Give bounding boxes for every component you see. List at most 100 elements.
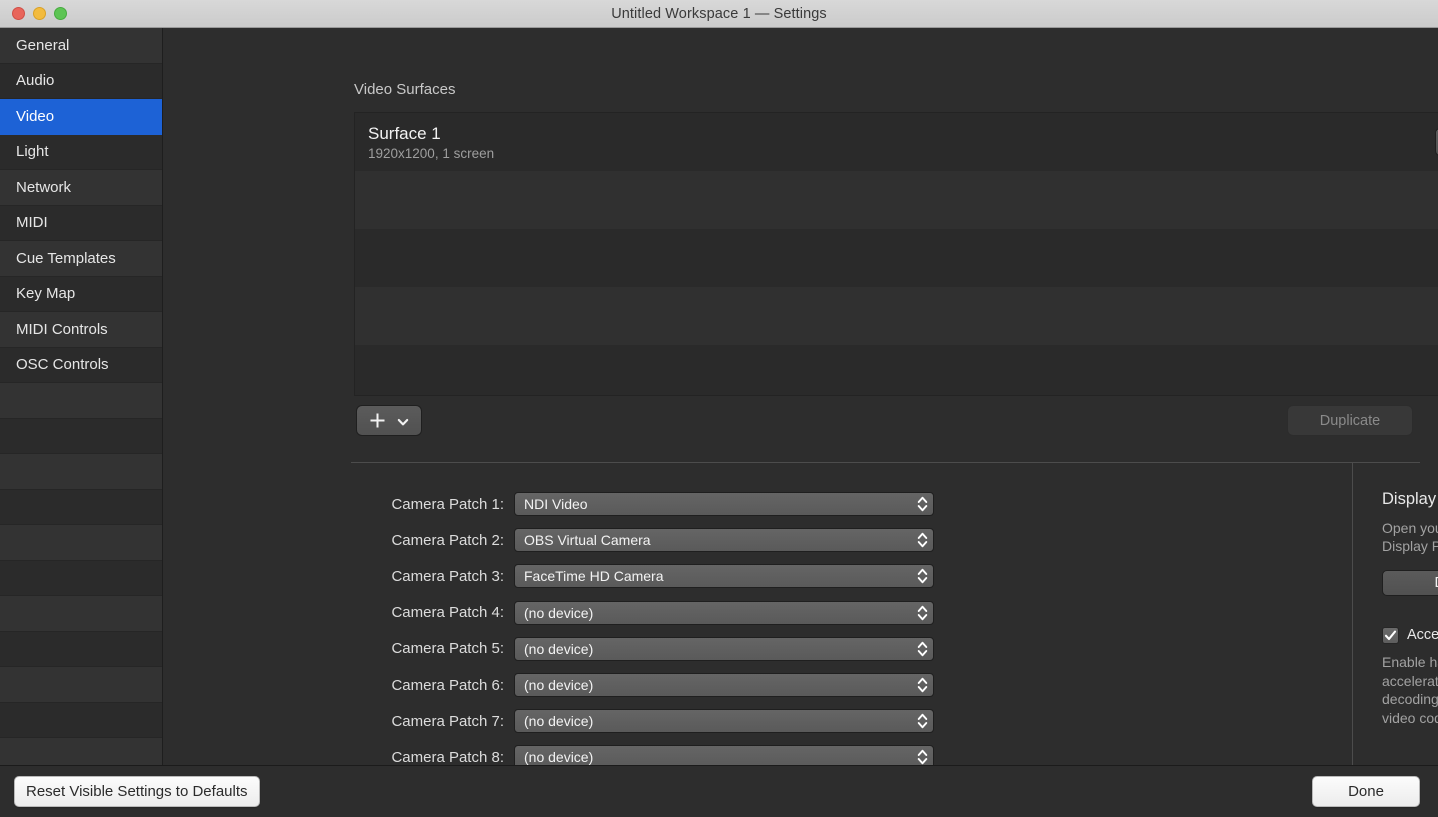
sidebar-filler-row bbox=[0, 419, 162, 455]
camera-patch-select-7[interactable]: (no device) bbox=[514, 709, 934, 733]
accelerate-note-line4: video codecs. bbox=[1382, 709, 1438, 728]
sidebar-item-label: MIDI Controls bbox=[16, 321, 108, 338]
sidebar-item-label: MIDI bbox=[16, 214, 48, 231]
stepper-arrows-icon[interactable] bbox=[917, 567, 928, 585]
camera-patch-select-3[interactable]: FaceTime HD Camera bbox=[514, 564, 934, 588]
add-surface-button[interactable] bbox=[356, 405, 422, 436]
display-setup-panel: Display Setup Open your system's Display… bbox=[1382, 490, 1438, 727]
camera-patch-value: (no device) bbox=[524, 713, 593, 729]
stepper-arrows-icon[interactable] bbox=[917, 712, 928, 730]
camera-patch-select-1[interactable]: NDI Video bbox=[514, 492, 934, 516]
accelerate-note-line2: accelerated video bbox=[1382, 672, 1438, 691]
sidebar-item-general[interactable]: General bbox=[0, 28, 162, 64]
sidebar-item-network[interactable]: Network bbox=[0, 170, 162, 206]
surface-info: Surface 1 1920x1200, 1 screen bbox=[368, 124, 494, 161]
sidebar-filler-row bbox=[0, 525, 162, 561]
zoom-window-button[interactable] bbox=[54, 7, 67, 20]
settings-content-video: Video Surfaces Surface 1 1920x1200, 1 sc… bbox=[163, 28, 1438, 765]
camera-patch-value: OBS Virtual Camera bbox=[524, 532, 651, 548]
stepper-arrows-icon[interactable] bbox=[917, 676, 928, 694]
window-title: Untitled Workspace 1 — Settings bbox=[0, 6, 1438, 22]
camera-patch-select-5[interactable]: (no device) bbox=[514, 637, 934, 661]
window-body: General Audio Video Light Network MIDI C… bbox=[0, 28, 1438, 765]
camera-patch-label: Camera Patch 5: bbox=[354, 640, 514, 657]
sidebar-filler-row bbox=[0, 632, 162, 668]
table-row-empty bbox=[355, 345, 1438, 396]
sidebar-filler-row bbox=[0, 596, 162, 632]
vertical-divider bbox=[1352, 462, 1353, 773]
sidebar-item-label: Audio bbox=[16, 72, 54, 89]
duplicate-button-label: Duplicate bbox=[1320, 413, 1380, 429]
camera-patch-row-3: Camera Patch 3: FaceTime HD Camera bbox=[354, 558, 934, 594]
sidebar-filler-row bbox=[0, 454, 162, 490]
sidebar-item-key-map[interactable]: Key Map bbox=[0, 277, 162, 313]
stepper-arrows-icon[interactable] bbox=[917, 748, 928, 766]
close-window-button[interactable] bbox=[12, 7, 25, 20]
camera-patch-value: (no device) bbox=[524, 677, 593, 693]
camera-patch-row-2: Camera Patch 2: OBS Virtual Camera bbox=[354, 522, 934, 558]
camera-patch-value: FaceTime HD Camera bbox=[524, 568, 664, 584]
camera-patch-value: (no device) bbox=[524, 605, 593, 621]
camera-patch-list: Camera Patch 1: NDI Video Camera Patch 2… bbox=[354, 486, 934, 776]
sidebar-item-label: Video bbox=[16, 108, 54, 125]
sidebar-item-label: Cue Templates bbox=[16, 250, 116, 267]
camera-patch-row-6: Camera Patch 6: (no device) bbox=[354, 667, 934, 703]
sidebar-item-label: Key Map bbox=[16, 285, 75, 302]
camera-patch-label: Camera Patch 7: bbox=[354, 713, 514, 730]
sidebar-filler-row bbox=[0, 490, 162, 526]
camera-patch-value: (no device) bbox=[524, 641, 593, 657]
camera-patch-row-5: Camera Patch 5: (no device) bbox=[354, 631, 934, 667]
sidebar-item-label: General bbox=[16, 37, 69, 54]
stepper-arrows-icon[interactable] bbox=[917, 604, 928, 622]
camera-patch-select-2[interactable]: OBS Virtual Camera bbox=[514, 528, 934, 552]
table-row[interactable]: Surface 1 1920x1200, 1 screen Edit... bbox=[355, 113, 1438, 171]
traffic-light-group bbox=[0, 7, 67, 20]
chevron-down-icon[interactable] bbox=[397, 415, 409, 427]
sidebar-filler-row bbox=[0, 383, 162, 419]
sidebar-item-label: OSC Controls bbox=[16, 356, 109, 373]
table-row-empty bbox=[355, 171, 1438, 229]
sidebar-item-midi-controls[interactable]: MIDI Controls bbox=[0, 312, 162, 348]
sidebar-item-label: Light bbox=[16, 143, 49, 160]
camera-patch-select-4[interactable]: (no device) bbox=[514, 601, 934, 625]
display-setup-title: Display Setup bbox=[1382, 490, 1438, 509]
surface-name: Surface 1 bbox=[368, 124, 494, 144]
sidebar-item-cue-templates[interactable]: Cue Templates bbox=[0, 241, 162, 277]
video-surfaces-list[interactable]: Surface 1 1920x1200, 1 screen Edit... bbox=[354, 112, 1438, 396]
display-setup-description-line1: Open your system's bbox=[1382, 519, 1438, 537]
sidebar-item-osc-controls[interactable]: OSC Controls bbox=[0, 348, 162, 384]
camera-patch-value: (no device) bbox=[524, 749, 593, 765]
checkmark-icon bbox=[1384, 629, 1397, 642]
plus-icon bbox=[369, 412, 386, 429]
displays-button-label: Displays... bbox=[1435, 575, 1438, 591]
video-surfaces-label: Video Surfaces bbox=[354, 81, 455, 98]
sidebar-item-midi[interactable]: MIDI bbox=[0, 206, 162, 242]
camera-patch-label: Camera Patch 3: bbox=[354, 568, 514, 585]
duplicate-surface-button[interactable]: Duplicate bbox=[1287, 405, 1413, 436]
stepper-arrows-icon[interactable] bbox=[917, 640, 928, 658]
minimize-window-button[interactable] bbox=[33, 7, 46, 20]
settings-sidebar: General Audio Video Light Network MIDI C… bbox=[0, 28, 163, 765]
display-setup-description-line2: Display Preferences. bbox=[1382, 537, 1438, 555]
camera-patch-row-7: Camera Patch 7: (no device) bbox=[354, 703, 934, 739]
done-button[interactable]: Done bbox=[1312, 776, 1420, 808]
accelerate-decoding-row[interactable]: Accelerate decoding bbox=[1382, 627, 1438, 644]
table-row-empty bbox=[355, 287, 1438, 345]
camera-patch-label: Camera Patch 6: bbox=[354, 677, 514, 694]
display-setup-description: Open your system's Display Preferences. bbox=[1382, 519, 1438, 556]
stepper-arrows-icon[interactable] bbox=[917, 495, 928, 513]
sidebar-item-audio[interactable]: Audio bbox=[0, 64, 162, 100]
sidebar-item-video[interactable]: Video bbox=[0, 99, 162, 135]
sidebar-filler-row bbox=[0, 667, 162, 703]
stepper-arrows-icon[interactable] bbox=[917, 531, 928, 549]
accelerate-decoding-checkbox[interactable] bbox=[1382, 627, 1399, 644]
camera-patch-select-6[interactable]: (no device) bbox=[514, 673, 934, 697]
accelerate-decoding-label: Accelerate decoding bbox=[1407, 627, 1438, 643]
camera-patch-label: Camera Patch 2: bbox=[354, 532, 514, 549]
sidebar-item-light[interactable]: Light bbox=[0, 135, 162, 171]
accelerate-note-line1: Enable hardware- bbox=[1382, 653, 1438, 672]
displays-button[interactable]: Displays... bbox=[1382, 570, 1438, 596]
accelerate-decoding-note: Enable hardware- accelerated video decod… bbox=[1382, 653, 1438, 727]
reset-visible-settings-button[interactable]: Reset Visible Settings to Defaults bbox=[14, 776, 260, 808]
camera-patch-label: Camera Patch 8: bbox=[354, 749, 514, 766]
